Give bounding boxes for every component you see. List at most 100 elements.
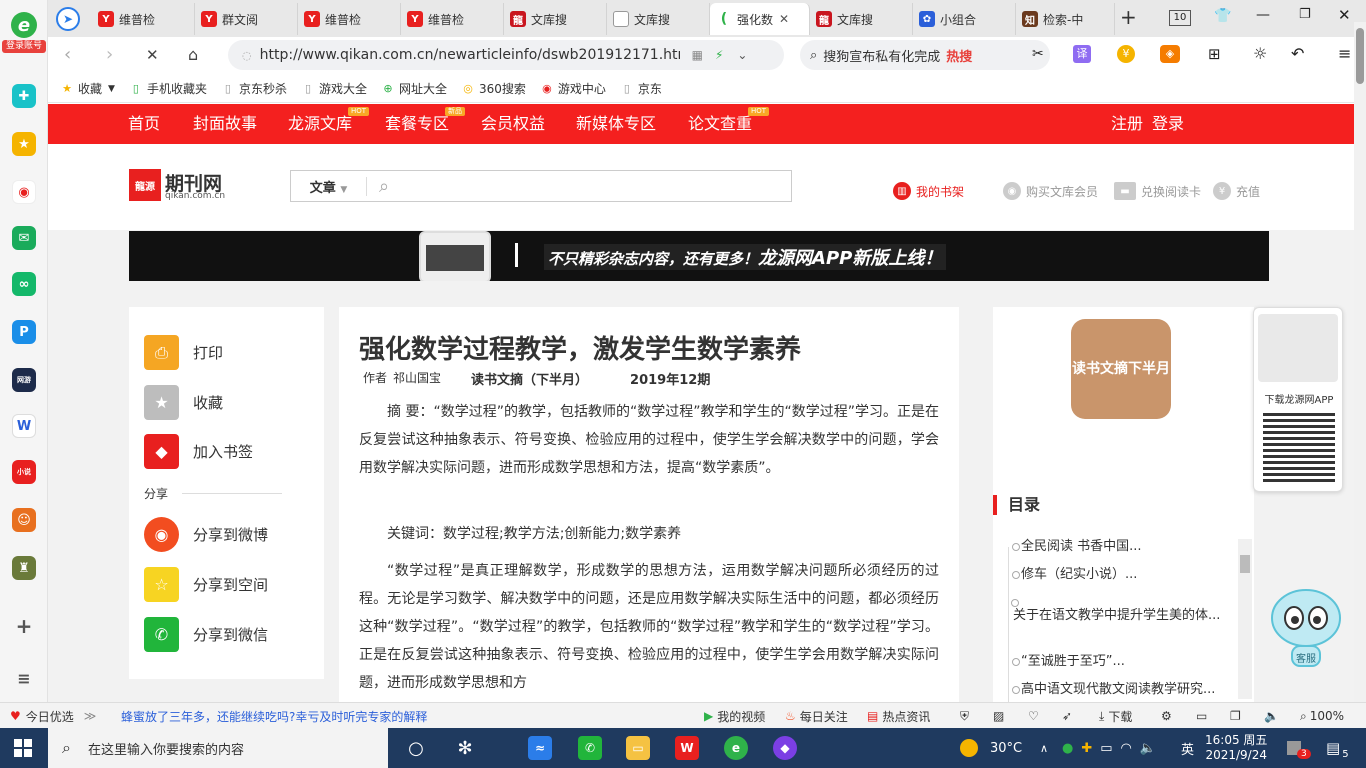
clock[interactable]: 16:05 周五 2021/9/24 bbox=[1205, 728, 1267, 768]
issue-link[interactable]: 2019年12期 bbox=[630, 369, 710, 388]
scissors-icon[interactable]: ✂ bbox=[1032, 46, 1044, 62]
tab-5[interactable]: 龍文库搜 bbox=[504, 3, 607, 35]
toc-item[interactable]: 关于在语文教学中提升学生美的体... bbox=[1011, 599, 1235, 625]
game-icon[interactable]: ◈ bbox=[1160, 45, 1180, 63]
chevron-down-icon[interactable]: ⌄ bbox=[737, 48, 747, 62]
nav-home[interactable]: 首页 bbox=[128, 104, 160, 144]
qr-icon[interactable]: ▦ bbox=[692, 48, 703, 62]
restore-icon[interactable]: ❐ bbox=[1299, 7, 1311, 22]
new-tab-icon[interactable]: + bbox=[1120, 5, 1137, 29]
tab-2[interactable]: Y 群文阅 bbox=[195, 3, 298, 35]
minimize-icon[interactable]: — bbox=[1256, 7, 1270, 23]
tab-7-active[interactable]: (强化数 ✕ bbox=[710, 3, 810, 35]
forward-icon[interactable]: › bbox=[106, 44, 113, 65]
daily-focus[interactable]: ♨ 每日关注 bbox=[785, 703, 848, 729]
sidebar-mail-icon[interactable]: ✉ bbox=[12, 226, 36, 250]
sidebar-game3-icon[interactable]: ♜ bbox=[12, 556, 36, 580]
toc-item[interactable]: “至诚胜于至巧”... bbox=[1012, 653, 1243, 671]
customer-service-mascot[interactable]: 客服 bbox=[1268, 574, 1344, 670]
news-ticker[interactable]: 蜂蜜放了三年多，还能继续吃吗?幸亏及时听完专家的解释 bbox=[121, 703, 427, 729]
wechat-app-icon[interactable]: ✆ bbox=[578, 736, 602, 760]
print-button[interactable]: ⎙ 打印 bbox=[144, 335, 223, 370]
register-link[interactable]: 注册 bbox=[1111, 104, 1143, 144]
nav-new-media[interactable]: 新媒体专区 bbox=[576, 104, 656, 144]
share-qzone-button[interactable]: ☆ 分享到空间 bbox=[144, 567, 268, 602]
tray-icons[interactable]: ● ✚ ▭ ◠ 🔈 bbox=[1062, 728, 1156, 768]
brightness-icon[interactable]: ☼ bbox=[1253, 44, 1267, 63]
bookmark-hao[interactable]: ⊕ 网址大全 bbox=[381, 80, 447, 97]
search-icon[interactable]: ⌕ bbox=[379, 176, 389, 197]
tab-1[interactable]: Y 维普检 bbox=[92, 3, 195, 35]
close-window-icon[interactable]: ✕ bbox=[1338, 6, 1351, 24]
sidebar-game2-icon[interactable]: ☺ bbox=[12, 508, 36, 532]
zoom-control[interactable]: ⌕ 100% bbox=[1300, 703, 1344, 729]
sidebar-weibo-icon[interactable]: ◉ bbox=[12, 180, 36, 204]
nav-longyuan-library[interactable]: 龙源文库 bbox=[288, 104, 352, 144]
close-tab-icon[interactable]: ✕ bbox=[779, 12, 789, 26]
hot-search-label[interactable]: 热搜 bbox=[946, 46, 972, 65]
hot-info[interactable]: ▤ 热点资讯 bbox=[867, 703, 930, 729]
rocket-icon[interactable]: ➶ bbox=[1062, 703, 1072, 729]
journal-link[interactable]: 读书文摘（下半月） bbox=[471, 369, 588, 388]
tab-6[interactable]: 文库搜 bbox=[607, 3, 710, 35]
back-icon[interactable]: ‹ bbox=[64, 44, 71, 65]
windows-start-icon[interactable] bbox=[14, 739, 32, 757]
image-icon[interactable]: ▨ bbox=[993, 703, 1004, 729]
share-weibo-button[interactable]: ◉ 分享到微博 bbox=[144, 517, 268, 552]
login-account-button[interactable]: 登录账号 bbox=[2, 40, 46, 53]
sidebar-novel-icon[interactable]: 小说 bbox=[12, 460, 36, 484]
bookmark-360search[interactable]: ◎ 360搜索 bbox=[461, 80, 526, 97]
health-icon[interactable]: ♡ bbox=[1028, 703, 1039, 729]
browser-360-taskbar-icon[interactable]: e bbox=[724, 736, 748, 760]
url-box[interactable]: ◌ http://www.qikan.com.cn/newarticleinfo… bbox=[228, 40, 784, 70]
search-box[interactable]: ⌕ 搜狗宣布私有化完成 热搜 bbox=[800, 40, 1050, 70]
wps-icon[interactable]: W bbox=[675, 736, 699, 760]
tab-4[interactable]: Y 维普检 bbox=[401, 3, 504, 35]
my-video[interactable]: ▶ 我的视频 bbox=[704, 703, 765, 729]
login-link[interactable]: 登录 bbox=[1152, 104, 1184, 144]
volume-icon[interactable]: 🔈 bbox=[1264, 703, 1279, 729]
task-view-icon[interactable]: ○ bbox=[404, 736, 428, 760]
sidebar-plus-app-icon[interactable]: ✚ bbox=[12, 84, 36, 108]
page-scrollbar[interactable] bbox=[1354, 22, 1366, 702]
bookmark-jd[interactable]: ▯ 京东 bbox=[620, 80, 662, 97]
stop-loading-icon[interactable]: ✕ bbox=[146, 46, 159, 64]
page-scroll-thumb[interactable] bbox=[1356, 28, 1364, 84]
tab-8[interactable]: 龍文库搜 bbox=[810, 3, 913, 35]
speed-mode-icon[interactable]: ⚡ bbox=[715, 48, 723, 62]
my-shelf-link[interactable]: ▥ 我的书架 bbox=[893, 182, 964, 200]
tab-count-badge[interactable]: 10 bbox=[1169, 10, 1191, 26]
edge-like-app-icon[interactable]: ≈ bbox=[528, 736, 552, 760]
site-search-box[interactable]: 文章 ▼ ⌕ bbox=[290, 170, 792, 202]
site-info-icon[interactable]: ◌ bbox=[242, 49, 252, 62]
tray-expand-icon[interactable]: ∧ bbox=[1040, 728, 1048, 768]
toc-item[interactable]: 修车（纪实小说）... bbox=[1012, 566, 1243, 584]
notification-app[interactable]: 3 bbox=[1287, 728, 1311, 768]
sidebar-p-icon[interactable]: P bbox=[12, 320, 36, 344]
share-wechat-button[interactable]: ✆ 分享到微信 bbox=[144, 617, 268, 652]
bookmark-game-center[interactable]: ◉ 游戏中心 bbox=[540, 80, 606, 97]
bookmark-jd-seckill[interactable]: ▯ 京东秒杀 bbox=[221, 80, 287, 97]
download-button[interactable]: ⤓ 下载 bbox=[1099, 703, 1132, 729]
nav-member[interactable]: 会员权益 bbox=[481, 104, 545, 144]
add-bookmark-button[interactable]: ◆ 加入书签 bbox=[144, 434, 253, 469]
settings-icon[interactable]: ⚙ bbox=[1161, 703, 1172, 729]
skin-icon[interactable]: 👕 bbox=[1214, 8, 1231, 24]
url-input[interactable]: http://www.qikan.com.cn/newarticleinfo/d… bbox=[260, 47, 680, 63]
home-icon[interactable]: ⌂ bbox=[188, 45, 198, 64]
weather-widget[interactable]: 30°C bbox=[960, 728, 1022, 768]
toc-item[interactable]: 全民阅读 书香中国... bbox=[1012, 538, 1243, 556]
app-download-box[interactable]: 下载龙源网APP bbox=[1253, 307, 1343, 492]
sidebar-star-icon[interactable]: ★ bbox=[12, 132, 36, 156]
author-link[interactable]: 祁山国宝 bbox=[393, 369, 441, 388]
bookmark-favorites[interactable]: ★ 收藏 ▼ bbox=[60, 80, 115, 97]
redeem-card-link[interactable]: ▬ 兑换阅读卡 bbox=[1114, 182, 1201, 200]
undo-icon[interactable]: ↶ bbox=[1291, 44, 1304, 63]
sidebar-add-icon[interactable]: + bbox=[12, 614, 36, 638]
toc-item[interactable]: 高中语文现代散文阅读教学研究... bbox=[1012, 681, 1243, 699]
window-icon[interactable]: ❐ bbox=[1230, 703, 1241, 729]
recharge-link[interactable]: ¥ 充值 bbox=[1213, 182, 1260, 200]
shield-icon[interactable]: ⛨ bbox=[960, 703, 969, 729]
tab-10[interactable]: 知检索-中 bbox=[1016, 3, 1115, 35]
cut-icon[interactable]: ▭ bbox=[1196, 703, 1207, 729]
